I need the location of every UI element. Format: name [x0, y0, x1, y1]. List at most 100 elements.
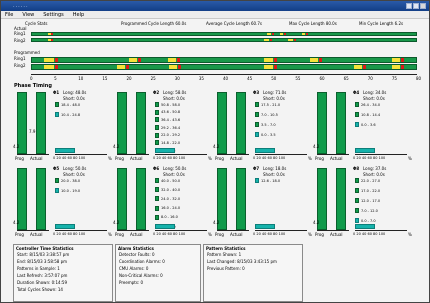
histogram-bar — [155, 196, 159, 202]
phase-panel: 4.2 Prog Actual Φ2 Long: 58.0s Short: 0.0s 50.… — [113, 89, 213, 167]
actual-bar — [36, 92, 46, 154]
prog-value: 4.2 — [213, 144, 220, 149]
histogram-axis — [155, 230, 207, 231]
histogram-bar — [355, 208, 359, 213]
histogram-bar-highlight — [355, 224, 375, 229]
minimize-button[interactable] — [406, 3, 412, 9]
axis-tick-label: 75 — [391, 76, 397, 81]
histogram-bin-label: 29.2 - 36.4 — [161, 125, 181, 130]
histogram-tick-labels: 0 20 40 60 80 100 — [53, 232, 86, 236]
actual-bar — [136, 92, 146, 154]
histogram-axis — [155, 154, 207, 155]
histogram-bin-label: 20.0 - 38.0 — [61, 178, 81, 183]
stat-line: Preempts: 0 — [119, 280, 144, 285]
bar-axis — [217, 154, 249, 155]
axis-tick-label: 10 — [78, 76, 84, 81]
axis-tick-label: 0 — [30, 76, 33, 81]
actual-value: 7.9 — [29, 129, 36, 134]
phase-name: Φ3 — [253, 90, 260, 95]
title-bar[interactable]: ...... — [1, 1, 429, 11]
bar-axis — [317, 230, 349, 231]
pattern-stats-title: Pattern Statistics — [206, 246, 246, 251]
phase-short: Short: 0.0s — [163, 96, 185, 101]
actual-label: Actual — [130, 232, 143, 237]
phase-long: Long: 18.0s — [263, 166, 287, 171]
axis-tick-label: 50 — [271, 76, 277, 81]
prog-label: Prog — [115, 232, 124, 237]
phase-panel: 4.2 Prog Actual Φ4 Long: 34.0s Short: 0.0s 26.… — [313, 89, 413, 167]
axis-tick-label: 25 — [150, 76, 156, 81]
phase-short: Short: 0.0s — [63, 96, 85, 101]
close-button[interactable] — [420, 3, 426, 9]
histogram-bar — [55, 178, 59, 183]
controller-time-statistics: Controller Time Statistics Start: 8/15/0… — [13, 244, 113, 302]
histogram-axis — [355, 154, 407, 155]
axis-tick-label: 45 — [247, 76, 253, 81]
actual-bar — [36, 168, 46, 230]
histogram-bar-highlight — [55, 224, 75, 229]
phase-panel: 4.2 Prog Actual Φ8 Long: 37.0s Short: 0.0s 22.… — [313, 165, 413, 243]
histogram-bar — [155, 109, 159, 115]
prog-value: 4.2 — [113, 220, 120, 225]
histogram-bin-label: 50.8 - 58.0 — [161, 102, 181, 107]
histogram-tick-labels: 0 20 40 60 80 100 — [253, 156, 286, 160]
histogram-bin-label: 0.0 - 7.0 — [361, 218, 376, 223]
prog-label: Prog — [15, 156, 24, 161]
phase-long: Long: 34.0s — [363, 90, 387, 95]
window-title: ...... — [13, 3, 29, 9]
histogram-tick-labels: 0 20 40 60 80 100 — [253, 232, 286, 236]
axis-tick-label: 80 — [416, 76, 422, 81]
histogram-bar-highlight — [355, 148, 375, 153]
histogram-bar — [155, 117, 159, 123]
actual-bar — [236, 168, 246, 230]
histogram-axis — [55, 230, 107, 231]
bar-axis — [217, 230, 249, 231]
histogram-bin-label: 22.0 - 27.0 — [361, 178, 381, 183]
actual-bar — [236, 92, 246, 154]
stat-line: Previous Pattern: 0 — [207, 266, 245, 271]
axis-tick-label: 60 — [319, 76, 325, 81]
percent-unit: % — [308, 156, 312, 161]
actual-bar — [336, 92, 346, 154]
phase-panel: 4.2 Prog Actual Φ5 Long: 50.0s Short: 0.0s 20.… — [13, 165, 113, 243]
histogram-bar — [355, 178, 359, 183]
histogram-bin-label: 0.0 - 3.6 — [361, 122, 376, 127]
histogram-bin-label: 10.4 - 24.8 — [61, 112, 81, 117]
prog-value: 4.2 — [13, 220, 20, 225]
percent-unit: % — [108, 156, 112, 161]
histogram-bar — [155, 125, 159, 130]
phase-panel: 4.2 Prog Actual Φ3 Long: 71.0s Short: 0.0s 17.… — [213, 89, 313, 167]
axis-tick-label: 40 — [223, 76, 229, 81]
max-cycle-length: Max Cycle Length 80.0s — [289, 21, 337, 26]
prog-label: Prog — [215, 232, 224, 237]
axis-tick-label: 35 — [198, 76, 204, 81]
phase-name: Φ1 — [53, 90, 60, 95]
phase-short: Short: 0.0s — [363, 172, 385, 177]
menu-view[interactable]: View — [22, 12, 34, 18]
average-cycle-length: Average Cycle Length 60.7s — [206, 21, 262, 26]
stat-line: Duration Shown: 0:14:59 — [17, 280, 68, 285]
ring2-actual-bar — [31, 38, 417, 42]
phase-long: Long: 58.0s — [163, 90, 187, 95]
maximize-button[interactable] — [413, 3, 419, 9]
histogram-tick-labels: 0 20 40 60 80 100 — [53, 156, 86, 160]
histogram-bar — [255, 112, 259, 117]
histogram-bar — [355, 188, 359, 193]
histogram-bar — [155, 205, 159, 211]
histogram-bin-label: 32.0 - 40.0 — [161, 187, 181, 192]
percent-unit: % — [108, 232, 112, 237]
menu-settings[interactable]: Settings — [43, 12, 64, 18]
menu-file[interactable]: File — [5, 12, 13, 18]
phase-short: Short: 0.0s — [363, 96, 385, 101]
stat-line: Coordination Alarms: 0 — [119, 259, 165, 264]
axis-tick-label: 30 — [174, 76, 180, 81]
phase-long: Long: 48.0s — [63, 90, 87, 95]
phase-long: Long: 37.0s — [363, 166, 387, 171]
phase-panel: 4.2 Prog Actual Φ6 Long: 50.0s Short: 0.0s 40.… — [113, 165, 213, 243]
histogram-bin-label: 12.0 - 17.0 — [361, 198, 381, 203]
phase-short: Short: 0.0s — [263, 172, 285, 177]
menu-help[interactable]: Help — [73, 12, 84, 18]
axis-tick-label: 65 — [343, 76, 349, 81]
histogram-bin-label: 12.6 - 18.0 — [261, 178, 281, 183]
histogram-bar — [155, 187, 159, 193]
